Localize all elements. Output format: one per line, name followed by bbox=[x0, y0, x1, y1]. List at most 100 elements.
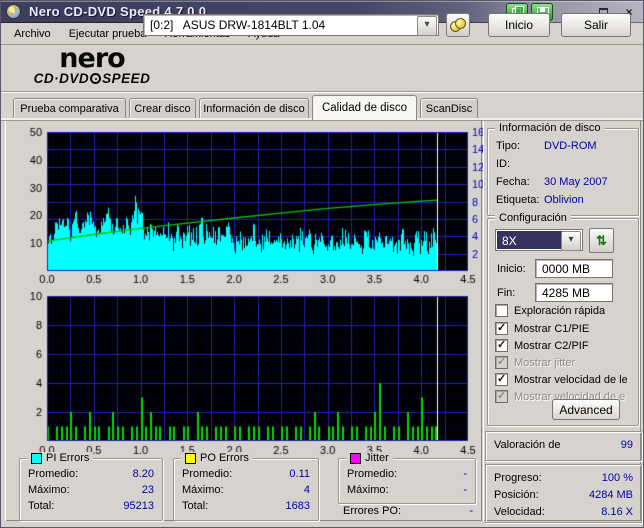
quality-score-label: Valoración de bbox=[494, 439, 561, 451]
tab-scandisc[interactable]: ScanDisc bbox=[420, 98, 478, 119]
check-icon: ✓ bbox=[497, 356, 507, 368]
stat-label: Máximo: bbox=[182, 484, 224, 496]
start-button[interactable]: Inicio bbox=[488, 13, 550, 37]
check-icon: ✓ bbox=[497, 322, 507, 334]
stat-value: 0.11 bbox=[289, 468, 310, 480]
errores-po-value: - bbox=[469, 505, 473, 517]
disc-info-value: Oblivion bbox=[544, 194, 584, 206]
progress-label: Posición: bbox=[494, 489, 539, 501]
stat-group-title: Jitter bbox=[346, 452, 393, 464]
menu-item-ejecutar-prueba[interactable]: Ejecutar prueba bbox=[60, 26, 156, 42]
disc-info-label: ID: bbox=[496, 158, 511, 170]
refresh-icon: ⇅ bbox=[596, 233, 607, 248]
progress-row: Posición: 4284 MB bbox=[494, 489, 633, 501]
disc-info-row: Tipo: DVD-ROM bbox=[496, 140, 630, 152]
stat-label: Promedio: bbox=[28, 468, 79, 480]
checkbox-box[interactable] bbox=[495, 304, 508, 317]
progress-value: 4284 MB bbox=[588, 489, 633, 501]
disc-info-label: Etiqueta: bbox=[496, 194, 540, 206]
progress-label: Progreso: bbox=[494, 472, 542, 484]
checkbox-box[interactable]: ✓ bbox=[495, 322, 508, 335]
start-mb-input[interactable]: 0000 MB bbox=[535, 259, 613, 278]
stat-group-title-text: Jitter bbox=[365, 452, 389, 464]
eject-disc-button[interactable] bbox=[446, 13, 470, 37]
logo-speed-text: SPEED bbox=[102, 71, 151, 86]
quality-score-panel: Valoración de 99 bbox=[485, 431, 642, 461]
app-disc-icon bbox=[6, 4, 21, 19]
stat-row: Máximo: 23 bbox=[28, 484, 154, 496]
checkbox-box[interactable]: ✓ bbox=[495, 390, 508, 403]
logo-subtitle: CD·DVD SPEED bbox=[17, 71, 167, 86]
logo-nero-text: nero bbox=[59, 43, 125, 74]
progress-value: 8.16 X bbox=[601, 506, 633, 518]
chevron-down-icon[interactable]: ▾ bbox=[561, 231, 581, 251]
stat-value: 1683 bbox=[285, 500, 310, 512]
stat-value: 95213 bbox=[123, 500, 154, 512]
stat-group-title: PO Errors bbox=[181, 452, 253, 464]
checkbox-mostrar-velocidad-de-le[interactable]: ✓ Mostrar velocidad de le bbox=[495, 373, 627, 386]
checkbox-label: Mostrar C1/PIE bbox=[514, 322, 590, 335]
drive-select[interactable]: [0:2] ASUS DRW-1814BLT 1.04 ▾ bbox=[143, 14, 439, 36]
checkbox-mostrar-c2-pif[interactable]: ✓ Mostrar C2/PIF bbox=[495, 339, 627, 352]
end-mb-input[interactable]: 4285 MB bbox=[535, 283, 613, 302]
checkbox-mostrar-jitter[interactable]: ✓ Mostrar jitter bbox=[495, 356, 627, 369]
checkbox-label: Mostrar velocidad de le bbox=[514, 373, 627, 386]
progress-label: Velocidad: bbox=[494, 506, 545, 518]
checkbox-label: Exploración rápida bbox=[514, 304, 606, 317]
speed-select[interactable]: 8X ▾ bbox=[495, 229, 583, 251]
quality-score-value: 99 bbox=[620, 439, 633, 451]
stat-value: - bbox=[463, 468, 467, 480]
speed-select-value: 8X bbox=[497, 231, 564, 249]
stat-label: Total: bbox=[182, 500, 209, 512]
chevron-down-icon[interactable]: ▾ bbox=[417, 16, 437, 36]
stat-label: Total: bbox=[28, 500, 55, 512]
stat-row: Total: 95213 bbox=[28, 500, 154, 512]
refresh-button[interactable]: ⇅ bbox=[589, 228, 614, 253]
stat-group-title-text: PI Errors bbox=[46, 452, 90, 464]
check-icon: ✓ bbox=[497, 373, 507, 385]
errores-po-label: Errores PO: bbox=[343, 505, 402, 517]
stat-value: 8.20 bbox=[132, 468, 154, 480]
checkbox-mostrar-c1-pie[interactable]: ✓ Mostrar C1/PIE bbox=[495, 322, 627, 335]
po-errors-chart bbox=[7, 288, 483, 458]
stat-group-title: PI Errors bbox=[27, 452, 94, 464]
stat-value: - bbox=[463, 484, 467, 496]
disc-info-title: Información de disco bbox=[495, 122, 605, 134]
tab-prueba-comparativa[interactable]: Prueba comparativa bbox=[13, 98, 126, 119]
disc-info-value: DVD-ROM bbox=[544, 140, 597, 152]
checkbox-label: Mostrar C2/PIF bbox=[514, 339, 589, 352]
nero-logo: nero CD·DVD SPEED bbox=[17, 43, 167, 86]
disc-stack-icon bbox=[455, 18, 466, 29]
series-color-swatch bbox=[31, 452, 42, 464]
check-icon: ✓ bbox=[497, 339, 507, 351]
errores-po-row: Errores PO: - bbox=[343, 505, 473, 517]
stat-label: Máximo: bbox=[28, 484, 70, 496]
tab-calidad-de-disco[interactable]: Calidad de disco bbox=[312, 95, 417, 120]
disc-info-label: Tipo: bbox=[496, 140, 521, 152]
checkbox-exploraci-n-r-pida[interactable]: Exploración rápida bbox=[495, 304, 627, 317]
checkbox-box[interactable]: ✓ bbox=[495, 356, 508, 369]
checkbox-box[interactable]: ✓ bbox=[495, 373, 508, 386]
menu-item-archivo[interactable]: Archivo bbox=[5, 26, 60, 42]
disc-info-value: 30 May 2007 bbox=[544, 176, 608, 188]
stat-label: Promedio: bbox=[182, 468, 233, 480]
logo-disc-icon bbox=[90, 73, 102, 84]
stat-label: Máximo: bbox=[347, 484, 389, 496]
stat-row: Promedio: 0.11 bbox=[182, 468, 310, 480]
drive-select-value: [0:2] ASUS DRW-1814BLT 1.04 bbox=[150, 18, 326, 32]
header: nero CD·DVD SPEED bbox=[1, 43, 643, 92]
stat-value: 4 bbox=[303, 484, 310, 496]
series-color-swatch bbox=[350, 452, 361, 464]
check-icon: ✓ bbox=[497, 390, 507, 402]
stat-label: Promedio: bbox=[347, 468, 398, 480]
exit-button[interactable]: Salir bbox=[561, 13, 631, 37]
progress-row: Progreso: 100 % bbox=[494, 472, 633, 484]
stat-row: Máximo: - bbox=[347, 484, 467, 496]
tab-crear-disco[interactable]: Crear disco bbox=[129, 98, 196, 119]
advanced-button[interactable]: Advanced bbox=[552, 399, 620, 420]
tab-información-de-disco[interactable]: Información de disco bbox=[199, 98, 309, 119]
checkbox-label: Mostrar jitter bbox=[514, 356, 576, 369]
checkbox-box[interactable]: ✓ bbox=[495, 339, 508, 352]
end-mb-label: Fin: bbox=[497, 287, 516, 299]
disc-info-row: ID: bbox=[496, 158, 630, 170]
